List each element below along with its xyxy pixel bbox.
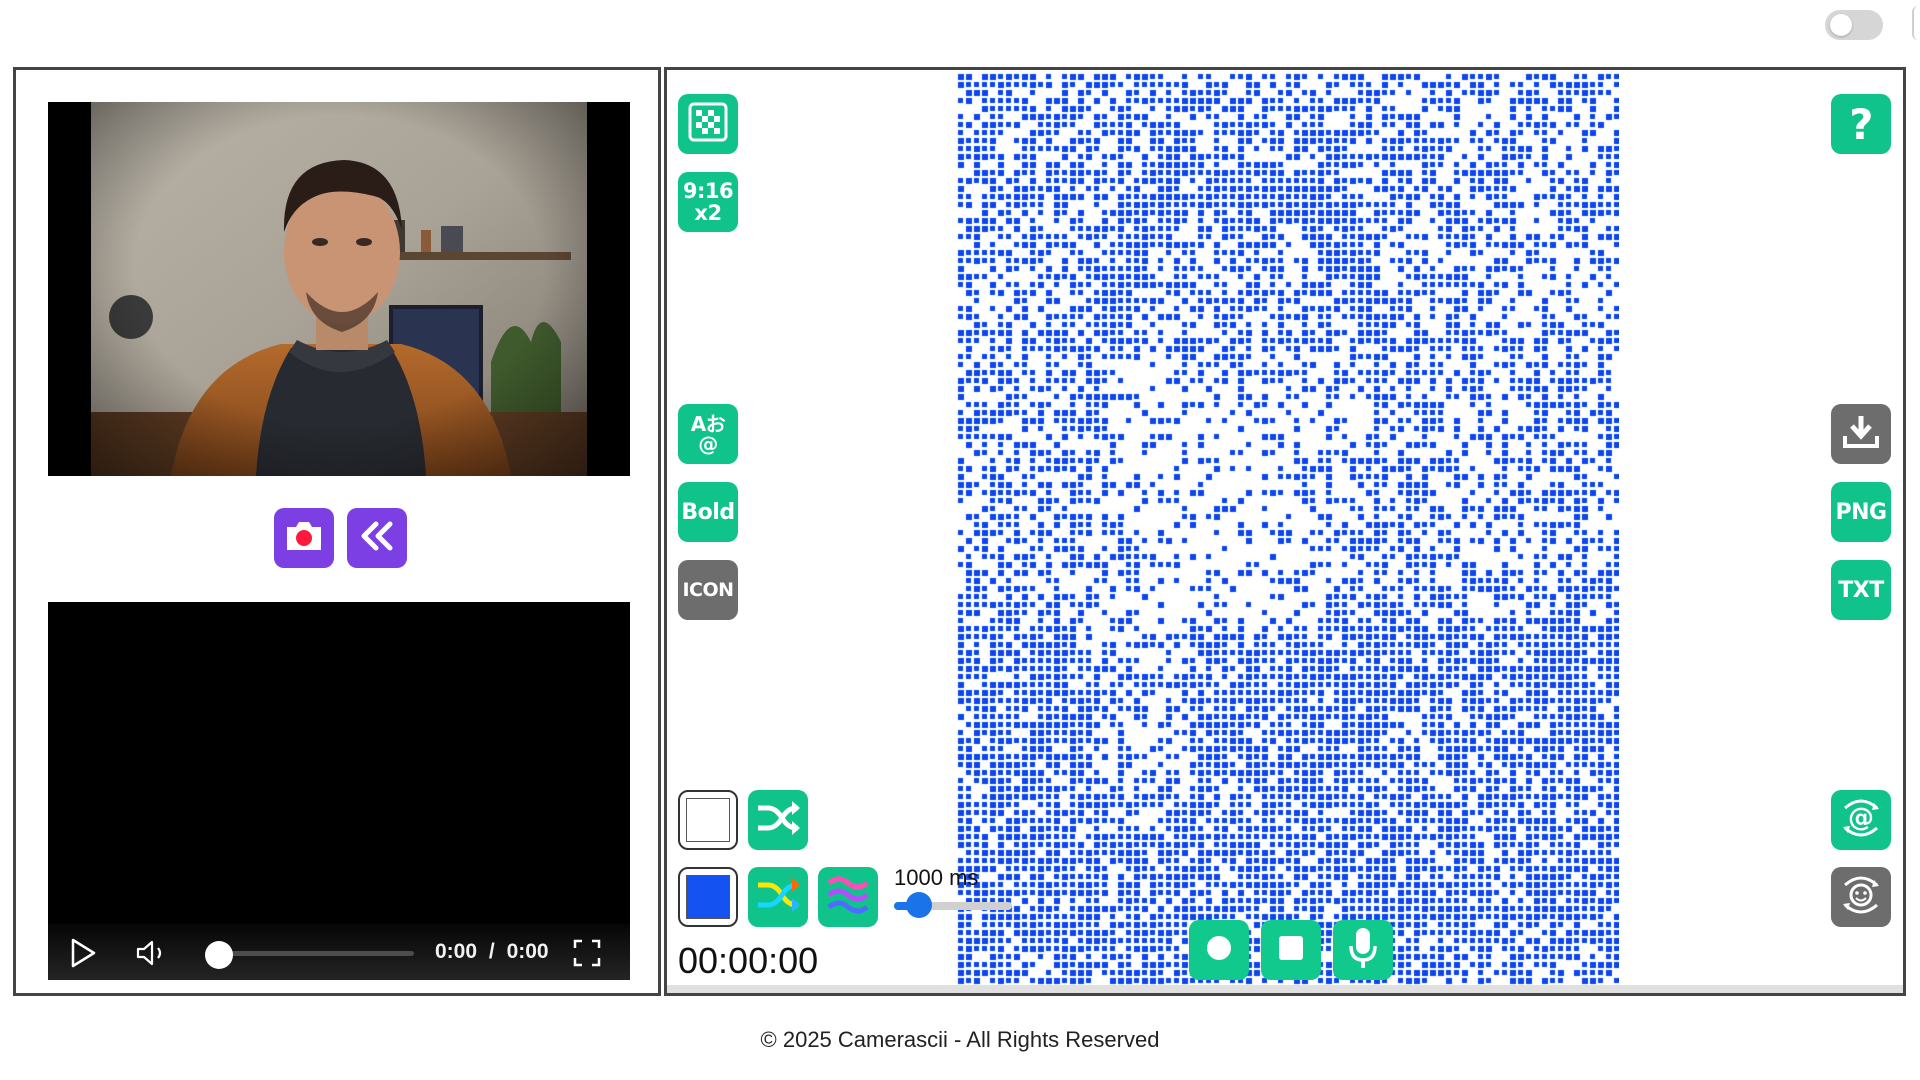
foreground-color-swatch <box>686 875 730 919</box>
txt-export-button[interactable]: TXT <box>1831 560 1891 620</box>
color-shuffle-button[interactable] <box>748 867 808 927</box>
ascii-art-canvas[interactable] <box>957 73 1619 991</box>
video-player[interactable]: 0:00 / 0:00 <box>48 602 630 980</box>
bold-label: Bold <box>681 499 735 525</box>
bold-button[interactable]: Bold <box>678 482 738 542</box>
record-icon <box>1205 934 1233 967</box>
icon-mode-button[interactable]: ICON <box>678 560 738 620</box>
charset-symbol-label: @ <box>698 432 718 456</box>
camera-controls <box>274 508 407 568</box>
time-total: 0:00 <box>506 940 549 963</box>
charset-random-button[interactable] <box>678 94 738 154</box>
background-color-picker[interactable] <box>678 790 738 850</box>
emoji-face-button[interactable] <box>1831 867 1891 927</box>
ascii-panel: 9:16 x2 Aお @ Bold ICON 1000 ms 00:00:00 … <box>664 67 1906 996</box>
shuffle-button[interactable] <box>748 790 808 850</box>
microphone-icon <box>1347 926 1379 975</box>
waves-icon <box>825 873 871 922</box>
record-button[interactable] <box>1189 920 1249 980</box>
frame-speed-label: 1000 ms <box>894 865 978 891</box>
toggle-knob <box>1830 14 1852 36</box>
video-progress-thumb[interactable] <box>205 941 233 969</box>
shuffle-icon <box>754 798 802 843</box>
side-panel-edge <box>1912 6 1920 40</box>
dark-mode-toggle[interactable] <box>1825 10 1883 40</box>
frame-speed-thumb[interactable] <box>906 892 932 918</box>
microphone-button[interactable] <box>1333 920 1393 980</box>
stop-button[interactable] <box>1261 920 1321 980</box>
foreground-color-picker[interactable] <box>678 867 738 927</box>
speed-unit: ms <box>949 865 979 890</box>
at-cycle-icon: @ <box>1837 794 1885 847</box>
help-label: ? <box>1849 99 1873 149</box>
stop-icon <box>1278 935 1304 966</box>
video-time: 0:00 / 0:00 <box>435 940 549 964</box>
double-chevron-left-icon <box>358 521 396 556</box>
png-export-button[interactable]: PNG <box>1831 482 1891 542</box>
charset-label: Aお <box>690 412 726 436</box>
download-button[interactable] <box>1831 404 1891 464</box>
video-progress-track[interactable] <box>214 951 414 956</box>
camera-icon <box>284 519 324 558</box>
recording-timer: 00:00:00 <box>678 940 819 981</box>
gradient-waves-button[interactable] <box>818 867 878 927</box>
horizontal-scrollbar[interactable] <box>667 985 1903 993</box>
character-set-button[interactable]: Aお @ <box>678 404 738 464</box>
color-shuffle-icon <box>754 875 802 920</box>
aspect-ratio-button[interactable]: 9:16 x2 <box>678 172 738 232</box>
capture-button[interactable] <box>274 508 334 568</box>
aspect-ratio-label: 9:16 <box>682 179 734 203</box>
ascii-face-button[interactable]: @ <box>1831 790 1891 850</box>
camera-panel: 0:00 / 0:00 <box>13 67 661 996</box>
camera-feed-image <box>91 102 587 476</box>
time-separator: / <box>488 940 495 963</box>
fullscreen-button[interactable] <box>572 938 602 968</box>
smiley-cycle-icon <box>1837 871 1885 924</box>
speed-value: 1000 <box>894 865 943 890</box>
download-icon <box>1841 412 1881 457</box>
volume-button[interactable] <box>136 940 170 966</box>
icon-mode-label: ICON <box>682 579 734 601</box>
time-current: 0:00 <box>435 940 478 963</box>
aspect-scale-label: x2 <box>694 201 722 225</box>
background-color-swatch <box>686 798 730 842</box>
svg-text:@: @ <box>1848 803 1874 833</box>
help-button[interactable]: ? <box>1831 94 1891 154</box>
txt-label: TXT <box>1838 577 1884 603</box>
glitch-pattern-icon <box>686 100 730 149</box>
video-controls: 0:00 / 0:00 <box>48 924 630 980</box>
back-button[interactable] <box>347 508 407 568</box>
play-button[interactable] <box>70 938 96 968</box>
camera-preview <box>48 102 630 476</box>
footer-copyright: © 2025 Camerascii - All Rights Reserved <box>760 1027 1160 1052</box>
png-label: PNG <box>1835 499 1887 525</box>
